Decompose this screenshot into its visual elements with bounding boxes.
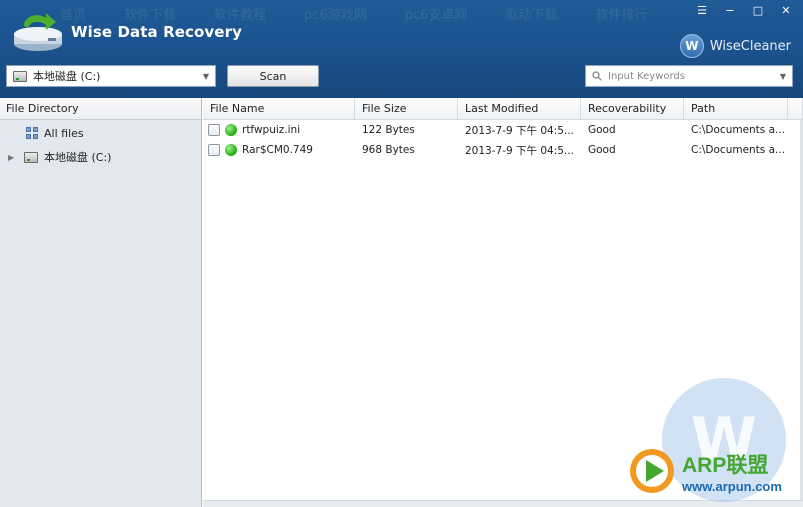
cell-last-modified: 2013-7-9 下午 04:5... [465,124,574,137]
table-header: File Name File Size Last Modified Recove… [203,98,803,120]
brand-label: WiseCleaner [709,38,791,54]
play-logo-icon [630,449,674,493]
file-name: rtfwpuiz.ini [242,124,301,136]
brand-logo-icon: W [679,34,704,58]
arp-watermark: ARP联盟 www.arpun.com [626,446,782,496]
ghost-menu-item: pc6安卓网 [404,8,468,23]
arp-title: ARP联盟 [682,453,769,477]
ghost-menu-item: 软件教程 [214,8,267,23]
window-controls: ☰ − □ ✕ [691,2,797,18]
menu-icon[interactable]: ☰ [691,2,713,18]
brand-link[interactable]: W WiseCleaner [679,34,791,58]
chevron-down-icon: ▼ [202,71,209,81]
row-checkbox[interactable] [208,124,220,136]
hard-drive-icon [13,70,27,82]
table-row[interactable]: Rar$CM0.749 968 Bytes 2013-7-9 下午 04:5..… [203,140,803,160]
scan-button[interactable]: Scan [227,65,319,87]
cell-path: C:\Documents a... [691,144,786,156]
expand-arrow-icon[interactable]: ▶ [8,153,18,162]
cell-file-name: Rar$CM0.749 [203,144,355,156]
column-header-spacer [788,98,803,119]
ghost-menu-item: 驱动下载 [505,8,558,23]
tree-item-drive-c[interactable]: ▶ 本地磁盘 (C:) [0,145,201,169]
cell-recoverability: Good [588,144,616,156]
cell-last-modified: 2013-7-9 下午 04:5... [465,144,574,157]
column-header-recoverability[interactable]: Recoverability [581,98,684,119]
chevron-down-icon[interactable]: ▼ [780,72,786,81]
row-checkbox[interactable] [208,144,220,156]
file-directory-header: File Directory [0,98,201,120]
column-header-path[interactable]: Path [684,98,788,119]
hard-drive-icon [24,151,38,163]
maximize-icon[interactable]: □ [747,2,769,18]
cell-file-size: 968 Bytes [362,144,415,156]
close-icon[interactable]: ✕ [775,2,797,18]
table-row[interactable]: rtfwpuiz.ini 122 Bytes 2013-7-9 下午 04:5.… [203,120,803,140]
drive-select[interactable]: 本地磁盘 (C:) ▼ [6,65,216,87]
app-logo-icon [14,13,62,51]
status-good-icon [225,144,237,156]
search-box[interactable]: ▼ [585,65,793,87]
column-header-file-name[interactable]: File Name [203,98,355,119]
grid-icon [26,127,38,139]
file-directory-panel: File Directory All files ▶ 本地磁盘 (C:) [0,98,202,507]
search-input[interactable] [608,70,758,82]
cell-file-size: 122 Bytes [362,124,415,136]
ghost-menu-item: pc6游戏网 [304,8,367,23]
status-good-icon [225,124,237,136]
tree-item-all-files[interactable]: All files [0,121,201,145]
file-name: Rar$CM0.749 [242,144,313,156]
ghost-menu: 首页 软件下载 软件教程 pc6游戏网 pc6安卓网 驱动下载 软件排行 [60,4,683,24]
minimize-icon[interactable]: − [719,2,741,18]
cell-path: C:\Documents a... [691,124,786,136]
cell-file-name: rtfwpuiz.ini [203,124,355,136]
title-bar: 首页 软件下载 软件教程 pc6游戏网 pc6安卓网 驱动下载 软件排行 Wis… [0,0,803,98]
column-header-last-modified[interactable]: Last Modified [458,98,581,119]
ghost-menu-item: 软件下载 [124,8,177,23]
arp-url: www.arpun.com [682,478,782,494]
cell-recoverability: Good [588,124,616,136]
ghost-menu-item: 软件排行 [595,8,648,23]
search-icon [592,71,602,81]
app-title: Wise Data Recovery [71,23,242,41]
drive-select-value: 本地磁盘 (C:) [33,70,101,83]
column-header-file-size[interactable]: File Size [355,98,458,119]
tree-item-label: All files [44,126,84,140]
tree-item-label: 本地磁盘 (C:) [44,151,112,164]
